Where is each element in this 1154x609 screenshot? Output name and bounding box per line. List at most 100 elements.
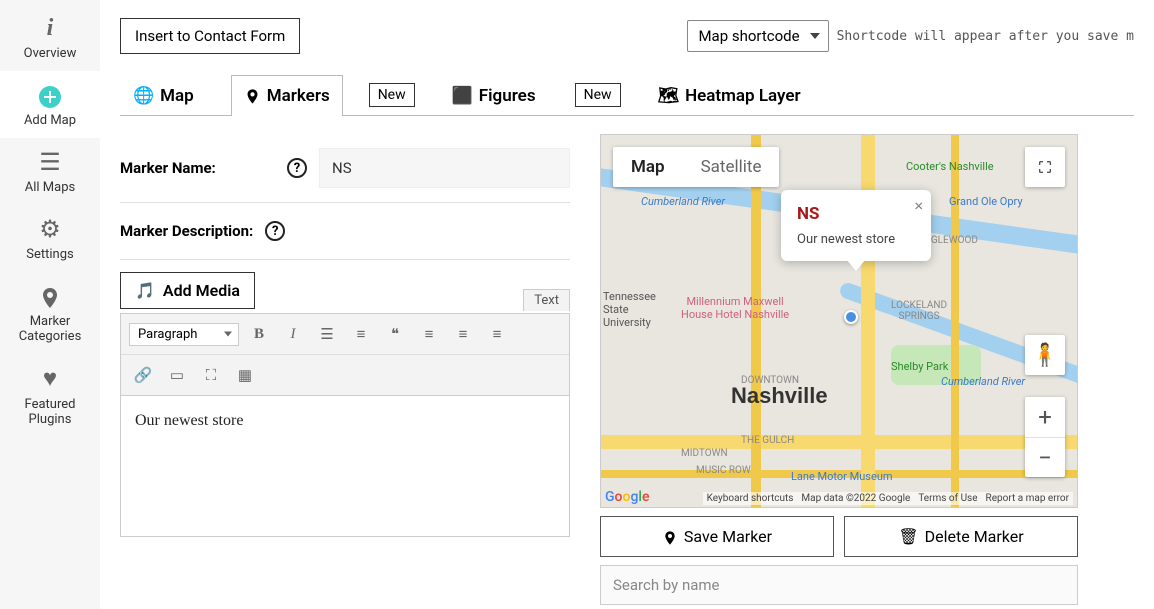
new-badge-figures: New xyxy=(575,83,621,107)
info-window-title: NS xyxy=(797,204,895,224)
insert-to-contact-form-button[interactable]: Insert to Contact Form xyxy=(120,18,300,54)
sidebar-item-label: Featured Plugins xyxy=(25,397,76,427)
marker-icon xyxy=(244,86,261,106)
sidebar-item-label: Overview xyxy=(24,46,77,61)
map-data-label: Map data ©2022 Google xyxy=(801,493,910,504)
editor-textarea[interactable]: Our newest store xyxy=(121,396,569,536)
close-icon[interactable]: × xyxy=(915,196,924,215)
sidebar-item-label: Add Map xyxy=(24,113,76,128)
align-right-button[interactable]: ≡ xyxy=(483,320,511,348)
editor-tab-text[interactable]: Text xyxy=(523,289,570,311)
heatmap-icon: 🗺 xyxy=(658,86,680,106)
poi-label: MIDTOWN xyxy=(681,448,728,459)
report-error-link[interactable]: Report a map error xyxy=(986,493,1069,504)
main-panel: Insert to Contact Form Map shortcode Sho… xyxy=(100,0,1154,609)
sidebar-item-featured-plugins[interactable]: ♥ Featured Plugins xyxy=(0,354,100,437)
align-center-button[interactable]: ≡ xyxy=(449,320,477,348)
poi-label: Lane Motor Museum xyxy=(791,470,893,483)
editor-toolbar-row1: Paragraph B I ☰ ≡ ❝ ≡ ≡ ≡ xyxy=(121,314,569,355)
tab-heatmap[interactable]: 🗺 Heatmap Layer xyxy=(645,75,814,116)
sidebar-item-label: Marker Categories xyxy=(19,314,82,344)
add-media-button[interactable]: 🎵 Add Media xyxy=(120,272,255,309)
wysiwyg-editor: Paragraph B I ☰ ≡ ❝ ≡ ≡ ≡ 🔗 ▭ ⛶ ▦ xyxy=(120,313,570,537)
gear-icon: ⚙ xyxy=(4,215,96,243)
tab-markers[interactable]: Markers xyxy=(231,75,343,116)
pegman-icon: 🧍 xyxy=(1031,343,1058,368)
zoom-control: + − xyxy=(1025,397,1065,477)
map-canvas[interactable]: Map Satellite 🧍 + − × NS Our newest stor… xyxy=(600,134,1078,508)
poi-label: Cooter's Nashville xyxy=(906,160,994,173)
sidebar-item-overview[interactable]: i Overview xyxy=(0,5,100,71)
poi-label: Grand Ole Opry xyxy=(949,195,1023,208)
insert-more-button[interactable]: ▭ xyxy=(163,361,191,389)
tab-figures[interactable]: ⬛ Figures xyxy=(439,75,549,116)
editor-toolbar-row2: 🔗 ▭ ⛶ ▦ xyxy=(121,355,569,396)
poi-label: Shelby Park xyxy=(891,360,948,373)
link-button[interactable]: 🔗 xyxy=(129,361,157,389)
river-label: Cumberland River xyxy=(941,375,1025,388)
poi-label: MUSIC ROW xyxy=(696,465,751,476)
google-logo: Google xyxy=(605,489,649,505)
keyboard-shortcuts-link[interactable]: Keyboard shortcuts xyxy=(707,493,794,504)
map-type-satellite-button[interactable]: Satellite xyxy=(683,147,780,187)
river-label: Cumberland River xyxy=(641,195,725,208)
format-select[interactable]: Paragraph xyxy=(129,323,239,346)
save-marker-button[interactable]: Save Marker xyxy=(600,516,834,557)
pin-icon xyxy=(4,282,96,310)
marker-action-buttons: Save Marker 🗑 Delete Marker xyxy=(600,516,1078,557)
toolbar-toggle-button[interactable]: ▦ xyxy=(231,361,259,389)
tab-map[interactable]: 🌐 Map xyxy=(120,75,207,116)
plus-circle-icon xyxy=(4,81,96,109)
marker-name-label: Marker Name: xyxy=(120,159,275,177)
help-icon[interactable]: ? xyxy=(287,158,307,178)
shortcode-select[interactable]: Map shortcode xyxy=(687,20,828,52)
fullscreen-button[interactable] xyxy=(1025,147,1065,187)
editor-wrap: Text Paragraph B I ☰ ≡ ❝ ≡ ≡ ≡ 🔗 xyxy=(120,313,570,537)
zoom-out-button[interactable]: − xyxy=(1025,437,1065,477)
marker-name-input[interactable] xyxy=(319,148,570,188)
marker-name-row: Marker Name: ? xyxy=(120,134,570,203)
italic-button[interactable]: I xyxy=(279,320,307,348)
help-icon[interactable]: ? xyxy=(265,221,285,241)
info-window: × NS Our newest store xyxy=(781,190,931,261)
fullscreen-button[interactable]: ⛶ xyxy=(197,361,225,389)
bullet-list-button[interactable]: ☰ xyxy=(313,320,341,348)
marker-desc-row: Marker Description: ? xyxy=(120,203,570,260)
content-row: Marker Name: ? Marker Description: ? 🎵 A… xyxy=(120,134,1134,605)
sidebar-item-settings[interactable]: ⚙ Settings xyxy=(0,205,100,272)
blockquote-button[interactable]: ❝ xyxy=(381,320,409,348)
sidebar-item-add-map[interactable]: Add Map xyxy=(0,71,100,138)
sidebar-item-all-maps[interactable]: ☰ All Maps xyxy=(0,138,100,205)
numbered-list-button[interactable]: ≡ xyxy=(347,320,375,348)
shortcode-hint: Shortcode will appear after you save m xyxy=(837,29,1134,44)
search-by-name-input[interactable]: Search by name xyxy=(600,565,1078,605)
top-toolbar: Insert to Contact Form Map shortcode Sho… xyxy=(120,18,1134,54)
map-marker[interactable] xyxy=(844,310,858,324)
info-icon: i xyxy=(4,15,96,42)
sidebar: i Overview Add Map ☰ All Maps ⚙ Settings… xyxy=(0,0,100,609)
map-column: Map Satellite 🧍 + − × NS Our newest stor… xyxy=(600,134,1078,605)
sidebar-item-marker-categories[interactable]: Marker Categories xyxy=(0,272,100,354)
tabs: 🌐 Map Markers New ⬛ Figures New 🗺 Heatma… xyxy=(120,74,1134,116)
heart-icon: ♥ xyxy=(4,364,96,393)
new-badge-markers: New xyxy=(369,83,415,107)
shortcode-area: Map shortcode Shortcode will appear afte… xyxy=(687,20,1134,52)
bold-button[interactable]: B xyxy=(245,320,273,348)
list-icon: ☰ xyxy=(4,148,96,176)
pegman-control[interactable]: 🧍 xyxy=(1025,335,1065,375)
terms-link[interactable]: Terms of Use xyxy=(918,493,977,504)
zoom-in-button[interactable]: + xyxy=(1025,397,1065,437)
map-attribution: Keyboard shortcuts Map data ©2022 Google… xyxy=(703,492,1073,505)
info-window-desc: Our newest store xyxy=(797,232,895,247)
map-type-control: Map Satellite xyxy=(613,147,779,187)
align-left-button[interactable]: ≡ xyxy=(415,320,443,348)
sidebar-item-label: All Maps xyxy=(25,180,75,195)
city-label: Nashville xyxy=(731,383,828,409)
pin-icon xyxy=(662,527,678,546)
poi-label: Tennessee State University xyxy=(603,290,656,329)
delete-marker-button[interactable]: 🗑 Delete Marker xyxy=(844,516,1078,557)
poi-label: DOWNTOWN xyxy=(741,375,799,386)
map-type-map-button[interactable]: Map xyxy=(613,147,683,187)
globe-icon: 🌐 xyxy=(133,86,154,106)
media-icon: 🎵 xyxy=(135,281,155,300)
